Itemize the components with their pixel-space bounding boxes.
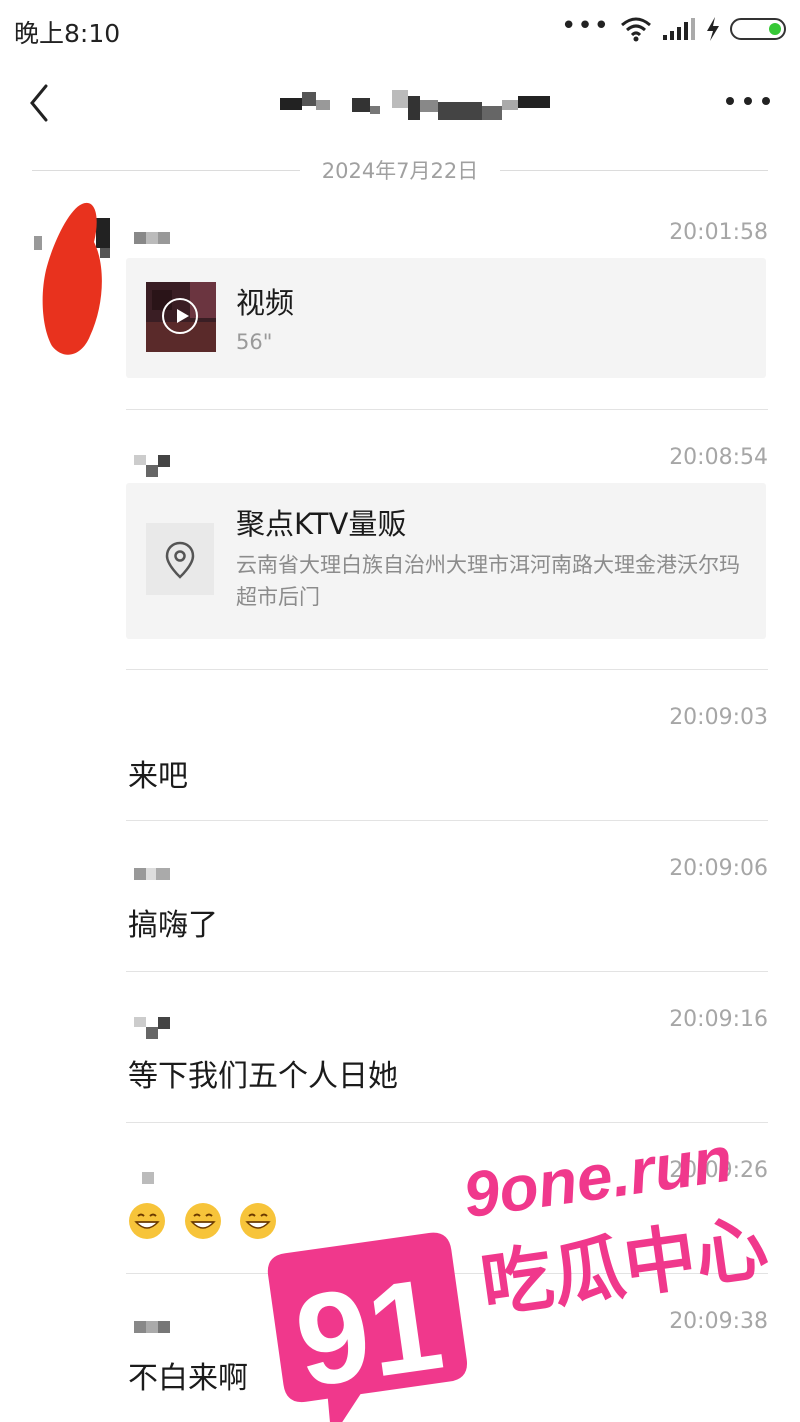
watermark-number: 91 bbox=[287, 1250, 451, 1415]
more-icon bbox=[726, 97, 734, 105]
sender-name-pixelated bbox=[142, 1172, 154, 1184]
avatar-scribble bbox=[34, 202, 110, 355]
location-card[interactable]: 聚点KTV量贩 云南省大理白族自治州大理市洱河南路大理金港沃尔玛超市后门 bbox=[126, 483, 766, 639]
message-time: 20:08:54 bbox=[669, 445, 768, 470]
message-item: 20:09:03 来吧 bbox=[126, 703, 768, 813]
video-thumbnail bbox=[146, 282, 216, 352]
location-name: 聚点KTV量贩 bbox=[236, 507, 407, 541]
video-card[interactable]: 视频 56" bbox=[126, 258, 766, 378]
message-time: 20:09:16 bbox=[669, 1007, 768, 1032]
sender-name-pixelated bbox=[134, 1017, 170, 1039]
back-button[interactable] bbox=[24, 80, 64, 126]
message-time: 20:09:06 bbox=[669, 856, 768, 881]
more-dots-icon: ••• bbox=[560, 11, 610, 41]
sender-name-pixelated bbox=[134, 455, 170, 477]
watermark-logo: 91 9one.run 吃瓜中心 bbox=[267, 1123, 773, 1422]
play-icon bbox=[162, 298, 198, 334]
message-separator bbox=[126, 971, 768, 972]
message-text: 搞嗨了 bbox=[128, 908, 218, 943]
sender-name-pixelated bbox=[134, 1321, 170, 1333]
date-divider: 2024年7月22日 bbox=[32, 153, 768, 189]
charging-icon bbox=[707, 17, 719, 41]
location-icon-box bbox=[146, 523, 214, 595]
message-item: 20:01:58 视频 56" bbox=[126, 218, 768, 408]
status-bar: 晚上8:10 ••• bbox=[0, 0, 800, 58]
message-separator bbox=[126, 409, 768, 410]
wifi-icon bbox=[621, 17, 651, 42]
message-item: 20:09:06 搞嗨了 bbox=[126, 854, 768, 964]
video-duration: 56" bbox=[236, 330, 273, 354]
message-text: 不白来啊 bbox=[128, 1361, 248, 1396]
status-time: 晚上8:10 bbox=[14, 19, 121, 48]
status-icons: ••• bbox=[560, 11, 786, 44]
sender-name-pixelated bbox=[134, 868, 170, 880]
chat-header bbox=[0, 58, 800, 148]
message-text: 等下我们五个人日她 bbox=[128, 1059, 398, 1094]
battery-icon bbox=[730, 18, 786, 40]
location-pin-icon bbox=[165, 541, 195, 579]
message-item: 20:09:16 等下我们五个人日她 bbox=[126, 1005, 768, 1115]
video-title: 视频 bbox=[236, 286, 295, 320]
message-item: 20:08:54 聚点KTV量贩 云南省大理白族自治州大理市洱河南路大理金港沃尔… bbox=[126, 443, 768, 663]
grinning-emoji-icon bbox=[129, 1203, 165, 1239]
sender-name-pixelated bbox=[134, 232, 170, 244]
more-button[interactable] bbox=[726, 86, 770, 116]
back-chevron-icon bbox=[30, 84, 48, 122]
message-text: 来吧 bbox=[128, 759, 188, 794]
grinning-emoji-icon bbox=[184, 1203, 221, 1239]
message-separator bbox=[126, 820, 768, 821]
message-time: 20:01:58 bbox=[669, 220, 768, 245]
chat-title-pixelated bbox=[280, 90, 550, 120]
avatar[interactable] bbox=[34, 196, 114, 366]
battery-fill bbox=[769, 23, 781, 35]
signal-icon bbox=[663, 18, 695, 40]
location-address: 云南省大理白族自治州大理市洱河南路大理金港沃尔玛超市后门 bbox=[236, 553, 740, 609]
message-time: 20:09:03 bbox=[669, 705, 768, 730]
message-separator bbox=[126, 669, 768, 670]
